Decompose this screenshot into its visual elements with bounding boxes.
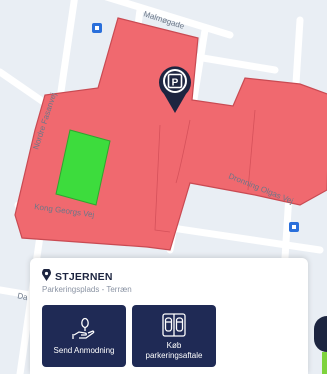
buy-agreement-button[interactable]: Køb parkeringsaftale: [132, 305, 216, 367]
buy-agreement-label: Køb parkeringsaftale: [145, 340, 203, 360]
parking-title: STJERNEN: [55, 271, 113, 283]
side-panel-handle[interactable]: [314, 316, 327, 352]
parking-subtitle: Parkeringsplads - Terræn: [42, 285, 132, 294]
hand-send-icon: [71, 317, 97, 343]
location-pin-icon: [42, 268, 51, 286]
send-request-label: Send Anmodning: [53, 345, 115, 355]
side-panel-accent: [322, 352, 327, 374]
bus-stop-icon: [289, 222, 299, 232]
car-agreement-icon: [161, 312, 187, 338]
send-request-button[interactable]: Send Anmodning: [42, 305, 126, 367]
bus-stop-icon: [92, 23, 102, 33]
action-buttons: Send Anmodning Køb parkeringsaftale: [42, 305, 216, 367]
title-row: STJERNEN: [42, 268, 113, 286]
svg-text:P: P: [172, 78, 179, 89]
parking-location-pin-icon[interactable]: P: [158, 64, 192, 114]
parking-info-card: STJERNEN Parkeringsplads - Terræn Send A…: [30, 258, 308, 374]
